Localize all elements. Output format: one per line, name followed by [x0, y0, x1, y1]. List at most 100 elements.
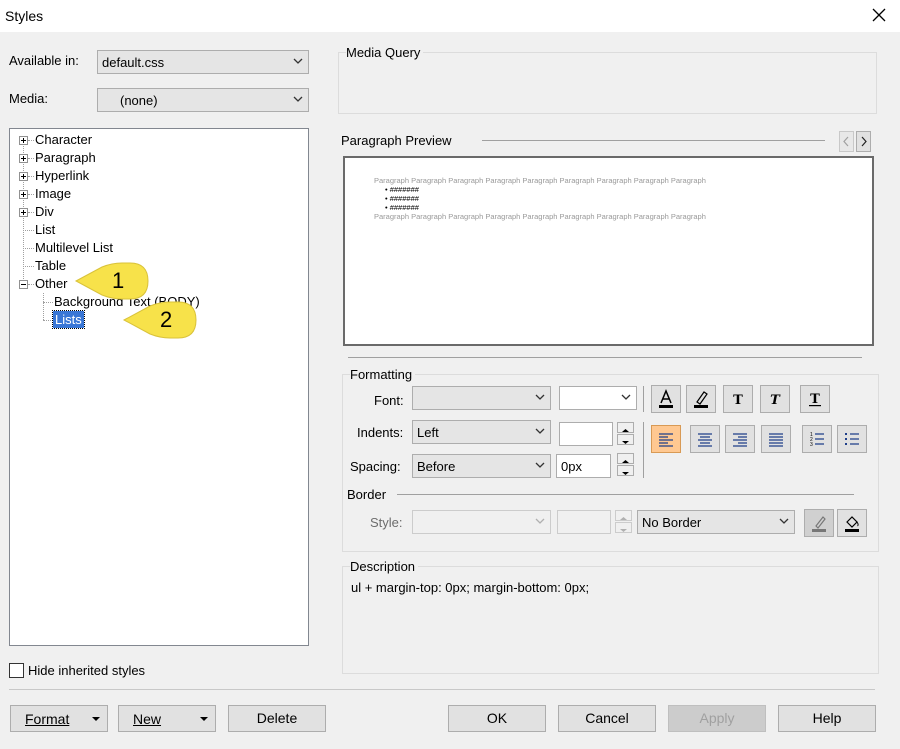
tree-item-list[interactable]: List [35, 222, 55, 237]
highlight-color-button[interactable] [686, 385, 716, 413]
svg-text:3: 3 [810, 442, 813, 448]
tree-item-paragraph[interactable]: Paragraph [35, 150, 96, 165]
fill-color-button[interactable] [837, 509, 867, 537]
indents-select[interactable]: Left [412, 420, 551, 444]
spin-up-icon[interactable] [617, 422, 634, 433]
spacing-amount-input[interactable]: 0px [556, 454, 611, 478]
apply-button[interactable]: Apply [668, 705, 766, 732]
tree-item-hyperlink[interactable]: Hyperlink [35, 168, 89, 183]
paragraph-preview-label: Paragraph Preview [341, 133, 452, 148]
preview-paragraph: Paragraph Paragraph Paragraph Paragraph … [374, 176, 706, 185]
svg-text:T: T [770, 393, 781, 408]
expand-icon[interactable] [19, 154, 28, 163]
hide-inherited-checkbox[interactable] [9, 663, 24, 678]
divider [643, 422, 644, 478]
available-in-label: Available in: [9, 53, 79, 68]
divider [9, 689, 875, 690]
media-value: (none) [120, 93, 158, 108]
indents-value: Left [417, 425, 439, 440]
font-label: Font: [374, 393, 404, 408]
align-left-icon [659, 433, 673, 447]
justify-button[interactable] [761, 425, 791, 453]
border-type-value: No Border [642, 515, 702, 530]
bulleted-list-button[interactable] [837, 425, 867, 453]
chevron-down-icon [293, 96, 303, 102]
tree-item-image[interactable]: Image [35, 186, 71, 201]
italic-button[interactable]: T [760, 385, 790, 413]
spin-down-icon[interactable] [615, 522, 632, 533]
chevron-down-icon [535, 462, 545, 468]
tree-item-div[interactable]: Div [35, 204, 54, 219]
tree-item-lists[interactable]: Lists [52, 310, 85, 329]
tree-connector [28, 140, 34, 141]
media-label: Media: [9, 91, 49, 106]
align-justify-icon [769, 433, 783, 447]
expand-icon[interactable] [19, 136, 28, 145]
callout-number-2: 2 [160, 307, 173, 332]
format-button[interactable]: Format [10, 705, 108, 732]
preview-next-button[interactable] [856, 131, 871, 152]
preview-list-item: • ####### [385, 185, 419, 194]
tree-item-other[interactable]: Other [35, 276, 68, 291]
numbered-list-icon: 123 [810, 432, 824, 448]
border-width-input[interactable] [557, 510, 611, 534]
chevron-right-icon [861, 136, 867, 147]
bold-button[interactable]: T [723, 385, 753, 413]
spacing-select[interactable]: Before [412, 454, 551, 478]
caret-down-icon [200, 717, 208, 721]
indents-spinner[interactable] [617, 422, 634, 446]
preview-list-item: • ####### [385, 203, 419, 212]
help-button[interactable]: Help [778, 705, 876, 732]
tree-connector [28, 284, 34, 285]
bulleted-list-icon [845, 433, 859, 445]
delete-button[interactable]: Delete [228, 705, 326, 732]
border-width-spinner[interactable] [615, 510, 632, 534]
align-left-button[interactable] [651, 425, 681, 453]
highlighter-icon [694, 391, 708, 408]
style-tree[interactable]: Character Paragraph Hyperlink Image Div … [9, 128, 309, 646]
collapse-icon[interactable] [19, 280, 28, 289]
available-in-select[interactable]: default.css [97, 50, 309, 74]
align-right-icon [733, 433, 747, 447]
expand-icon[interactable] [19, 172, 28, 181]
font-select[interactable] [412, 386, 551, 410]
spacing-spinner[interactable] [617, 453, 634, 477]
media-select[interactable]: (none) [97, 88, 309, 112]
ok-button[interactable]: OK [448, 705, 546, 732]
formatting-label: Formatting [350, 367, 416, 382]
svg-text:T: T [810, 392, 820, 407]
spin-down-icon[interactable] [617, 434, 634, 445]
available-in-value: default.css [102, 55, 165, 70]
align-center-button[interactable] [690, 425, 720, 453]
font-color-button[interactable] [651, 385, 681, 413]
expand-icon[interactable] [19, 190, 28, 199]
cancel-button[interactable]: Cancel [558, 705, 656, 732]
spin-up-icon[interactable] [615, 510, 632, 521]
new-button-label: New [133, 711, 162, 727]
tree-item-multilevel-list[interactable]: Multilevel List [35, 240, 113, 255]
border-type-select[interactable]: No Border [637, 510, 795, 534]
divider [643, 386, 644, 412]
media-query-group [338, 52, 877, 114]
expand-icon[interactable] [19, 208, 28, 217]
svg-text:T: T [733, 393, 743, 408]
tree-item-character[interactable]: Character [35, 132, 92, 147]
spin-up-icon[interactable] [617, 453, 634, 464]
indents-amount-input[interactable] [559, 422, 613, 446]
font-size-select[interactable] [559, 386, 637, 410]
numbered-list-button[interactable]: 123 [802, 425, 832, 453]
border-color-button[interactable] [804, 509, 834, 537]
font-color-icon [659, 389, 673, 408]
close-icon[interactable] [868, 4, 890, 26]
underline-button[interactable]: T [800, 385, 830, 413]
border-style-select[interactable] [412, 510, 551, 534]
align-right-button[interactable] [725, 425, 755, 453]
tree-connector [23, 230, 34, 231]
tree-item-table[interactable]: Table [35, 258, 66, 273]
spin-down-icon[interactable] [617, 465, 634, 476]
border-label: Border [347, 487, 387, 502]
new-button[interactable]: New [118, 705, 216, 732]
hide-inherited-label: Hide inherited styles [28, 663, 146, 678]
divider [348, 357, 862, 358]
preview-prev-button[interactable] [839, 131, 854, 152]
